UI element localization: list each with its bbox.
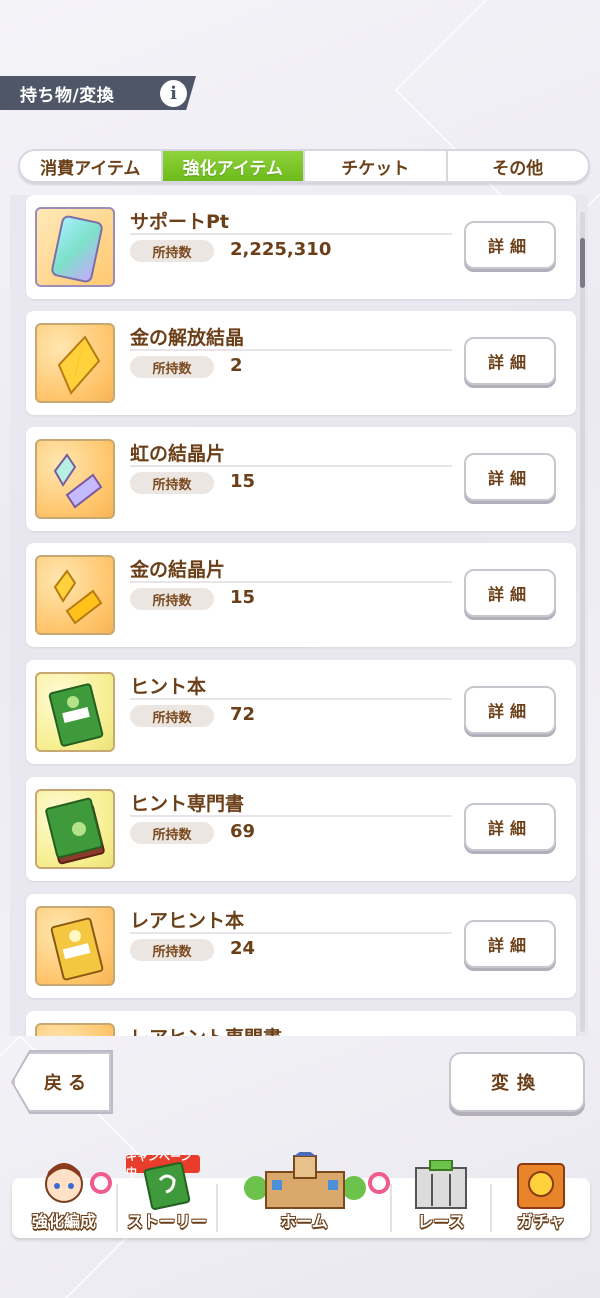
item-name: 虹の結晶片 (130, 443, 226, 465)
owned-count: 72 (230, 704, 256, 725)
page-title: 持ち物/変換 (20, 85, 115, 106)
list-item: 金の解放結晶 所持数 2 詳細 (26, 311, 576, 415)
owned-count: 15 (230, 587, 256, 608)
divider (130, 349, 452, 351)
owned-label: 所持数 (130, 356, 214, 378)
info-button[interactable]: i (160, 80, 187, 107)
detail-button[interactable]: 詳細 (464, 686, 556, 734)
bottom-nav: 強化編成 ストーリー ホーム レース ガチャ (12, 1152, 590, 1238)
tab-tickets[interactable]: チケット (305, 151, 448, 181)
gold-crystal-shard-icon (35, 555, 115, 635)
item-list[interactable]: サポートPt 所持数 2,225,310 詳細 金の解放結晶 所持数 2 詳細 … (10, 195, 588, 1036)
detail-button[interactable]: 詳細 (464, 337, 556, 385)
owned-count: 69 (230, 821, 256, 842)
owned-label: 所持数 (130, 472, 214, 494)
divider (130, 581, 452, 583)
story-book-icon (143, 1162, 191, 1210)
item-name: サポートPt (130, 211, 230, 233)
owned-label: 所持数 (130, 588, 214, 610)
home-building-icon (244, 1152, 366, 1209)
item-name: 金の結晶片 (130, 559, 226, 581)
tab-enhancement-items[interactable]: 強化アイテム (162, 151, 305, 181)
divider (130, 698, 452, 700)
list-item: 虹の結晶片 所持数 15 詳細 (26, 427, 576, 531)
back-button[interactable]: 戻る (13, 1052, 111, 1112)
gold-crystal-icon (35, 323, 115, 403)
detail-button[interactable]: 詳細 (464, 221, 556, 269)
nav-gacha[interactable]: ガチャ (492, 1163, 590, 1238)
item-name: ヒント本 (130, 676, 207, 698)
nav-label: ガチャ (517, 1212, 565, 1231)
gacha-door-icon (517, 1163, 565, 1209)
nav-label: ストーリー (126, 1212, 207, 1231)
list-item: レアヒント本 所持数 24 詳細 (26, 894, 576, 998)
list-item: ヒント本 所持数 72 詳細 (26, 660, 576, 764)
divider (130, 815, 452, 817)
item-name: レアヒント専門書 (130, 1023, 282, 1036)
scrollbar[interactable] (580, 212, 585, 1032)
detail-button[interactable]: 詳細 (464, 920, 556, 968)
nav-label: 強化編成 (31, 1212, 96, 1231)
owned-count: 2 (230, 355, 243, 376)
list-item: 金の結晶片 所持数 15 詳細 (26, 543, 576, 647)
horseshoe-notification-icon (90, 1172, 112, 1194)
list-item: ヒント専門書 所持数 69 詳細 (26, 777, 576, 881)
info-icon: i (170, 83, 177, 104)
list-item: サポートPt 所持数 2,225,310 詳細 (26, 195, 576, 299)
detail-button[interactable]: 詳細 (464, 803, 556, 851)
nav-label: ホーム (280, 1212, 328, 1231)
horseshoe-notification-icon (368, 1172, 390, 1194)
item-name: 金の解放結晶 (130, 327, 245, 349)
nav-home[interactable]: ホーム (218, 1152, 390, 1238)
divider (130, 465, 452, 467)
convert-button[interactable]: 変換 (449, 1052, 585, 1112)
hint-specialist-book-icon (35, 789, 115, 869)
race-gate-icon (415, 1160, 467, 1209)
detail-button[interactable]: 詳細 (464, 453, 556, 501)
nav-enhance-formation[interactable]: 強化編成 (12, 1163, 116, 1238)
owned-label: 所持数 (130, 822, 214, 844)
tab-consumables[interactable]: 消費アイテム (20, 151, 163, 181)
nav-race[interactable]: レース (392, 1160, 490, 1238)
nav-label: レース (417, 1212, 465, 1231)
tab-other[interactable]: その他 (448, 151, 589, 181)
owned-label: 所持数 (130, 705, 214, 727)
item-name: レアヒント本 (130, 910, 245, 932)
owned-count: 2,225,310 (230, 239, 332, 260)
owned-count: 15 (230, 471, 256, 492)
divider (130, 932, 452, 934)
support-pt-card-icon (35, 207, 115, 287)
list-item: レアヒント専門書 (26, 1011, 576, 1036)
owned-label: 所持数 (130, 939, 214, 961)
rare-hint-book-icon (35, 906, 115, 986)
owned-label: 所持数 (130, 240, 214, 262)
category-tabs: 消費アイテム 強化アイテム チケット その他 (18, 149, 590, 183)
divider (130, 233, 452, 235)
item-name: ヒント専門書 (130, 793, 245, 815)
rainbow-crystal-shard-icon (35, 439, 115, 519)
nav-story[interactable]: ストーリー (118, 1162, 216, 1238)
detail-button[interactable]: 詳細 (464, 569, 556, 617)
scrollbar-thumb[interactable] (580, 238, 585, 288)
owned-count: 24 (230, 938, 256, 959)
rare-hint-specialist-book-icon (35, 1023, 115, 1036)
hint-book-icon (35, 672, 115, 752)
